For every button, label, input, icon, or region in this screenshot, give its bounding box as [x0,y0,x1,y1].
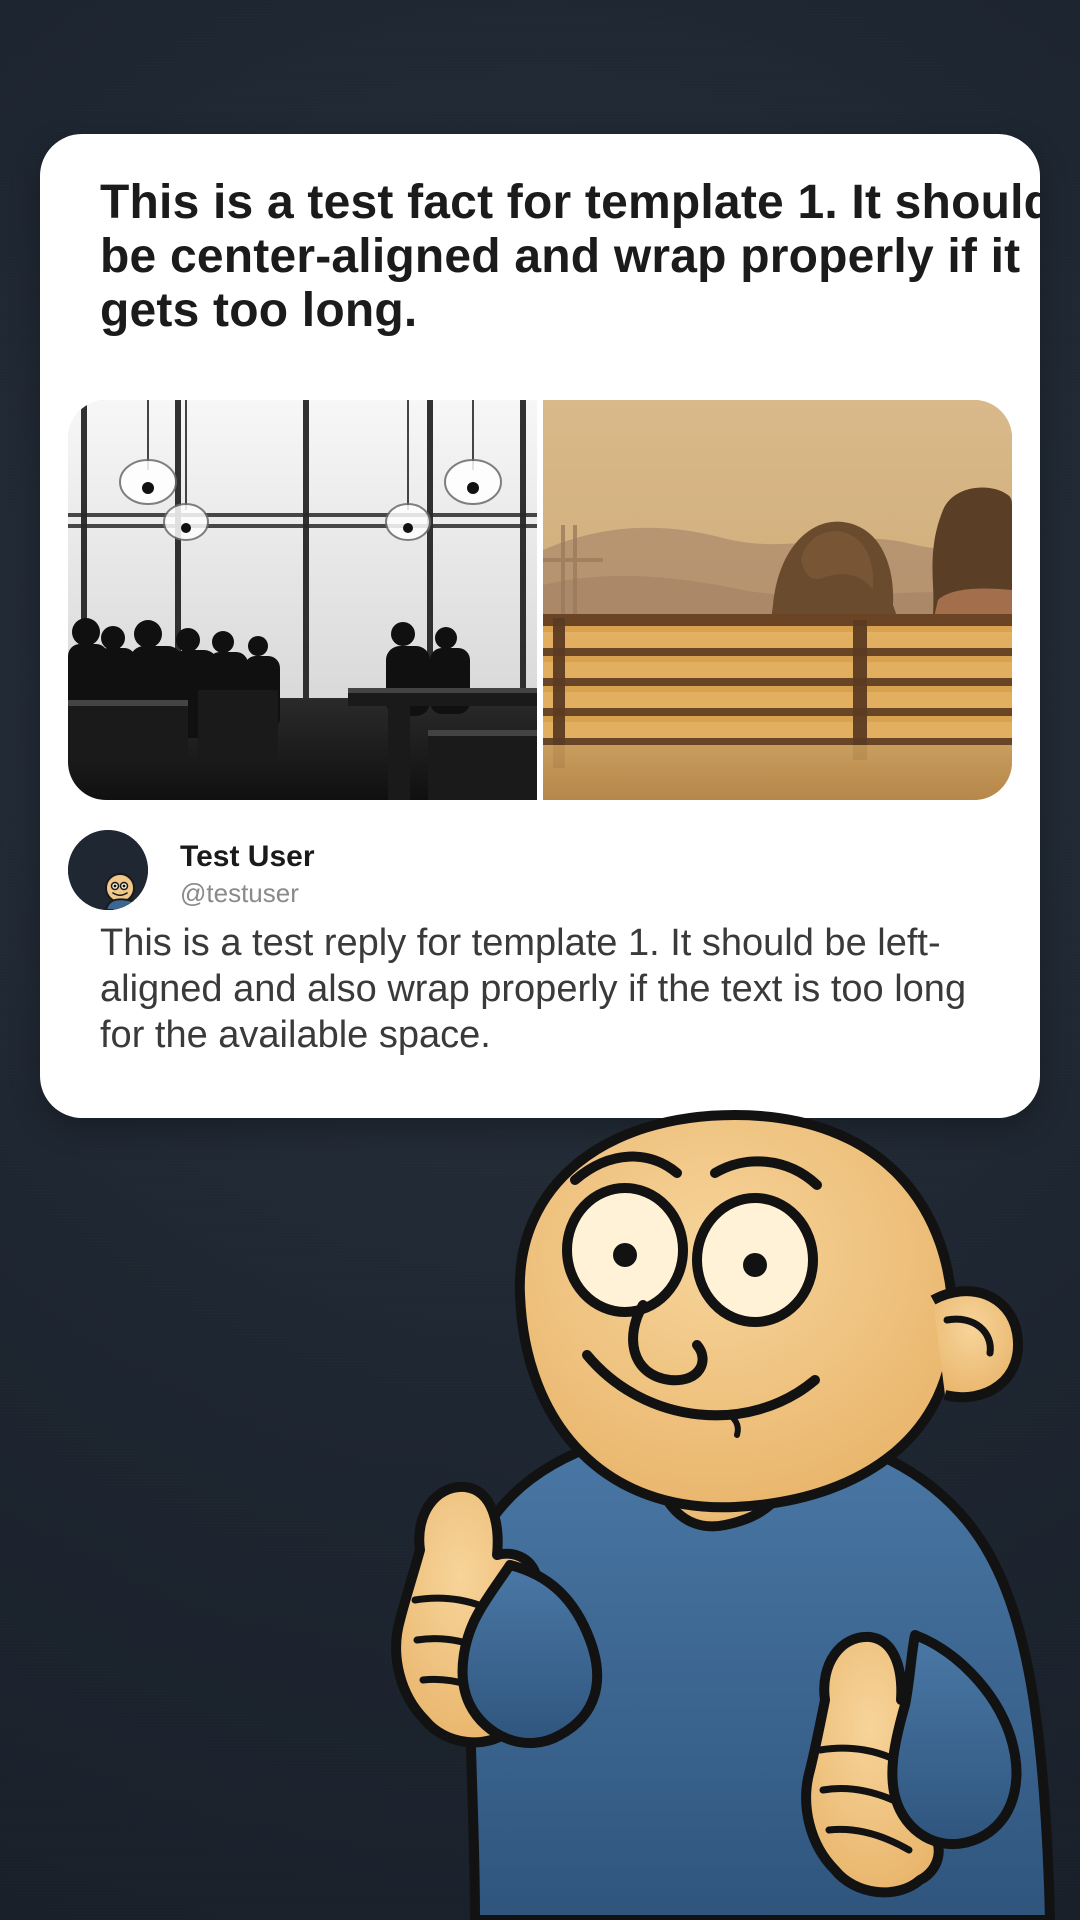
image-gallery [68,400,1012,800]
thumbs-up-character-icon [305,1095,1080,1920]
fact-text: This is a test fact for template 1. It s… [100,176,1040,337]
reply-text: This is a test reply for template 1. It … [100,922,967,1056]
author-name[interactable]: Test User [180,840,315,874]
author-handle[interactable]: @testuser [180,878,299,908]
author-row: Test User @testuser [68,830,1012,920]
post-card: This is a test fact for template 1. It s… [40,134,1040,1118]
bench-couple-image[interactable] [543,400,1012,800]
user-avatar[interactable] [68,830,148,910]
cafe-interior-image[interactable] [68,400,537,800]
